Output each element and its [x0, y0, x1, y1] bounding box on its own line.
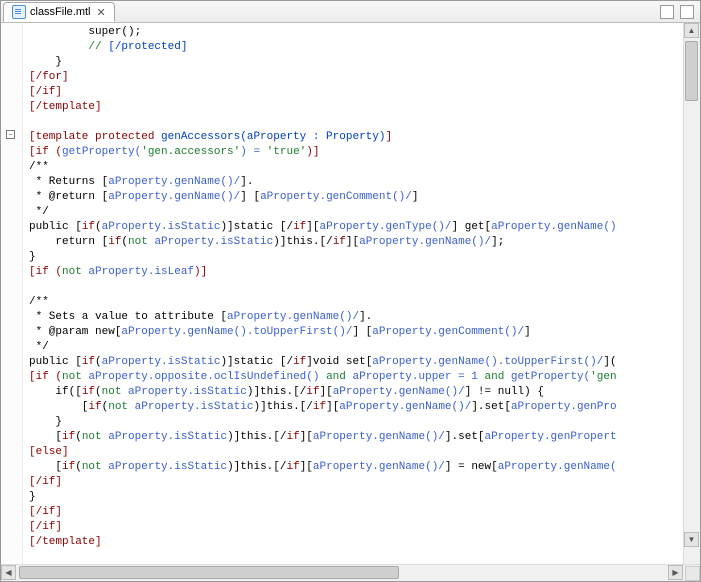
scrollbar-corner — [685, 566, 700, 581]
tab-filename: classFile.mtl — [30, 6, 91, 18]
scroll-right-icon[interactable]: ▶ — [668, 565, 683, 580]
tab-bar: classFile.mtl ✕ — [1, 1, 700, 23]
scroll-left-icon[interactable]: ◀ — [1, 565, 16, 580]
file-icon — [12, 5, 26, 19]
maximize-icon[interactable] — [680, 5, 694, 19]
minimize-icon[interactable] — [660, 5, 674, 19]
tab-classfile[interactable]: classFile.mtl ✕ — [3, 2, 115, 22]
gutter: − — [1, 23, 23, 564]
code-content[interactable]: super(); // [/protected] } [/for] [/if] … — [23, 23, 683, 558]
tab-close-icon[interactable]: ✕ — [97, 6, 106, 19]
scroll-up-icon[interactable]: ▲ — [684, 23, 699, 38]
editor-window: classFile.mtl ✕ − super(); // [/protecte… — [0, 0, 701, 582]
editor-area: − super(); // [/protected] } [/for] [/if… — [1, 23, 700, 564]
tab-actions — [660, 1, 700, 22]
scroll-thumb-vertical[interactable] — [685, 41, 698, 101]
horizontal-scrollbar[interactable]: ◀ ▶ — [1, 564, 700, 581]
scroll-down-icon[interactable]: ▼ — [684, 532, 699, 547]
code-viewport[interactable]: super(); // [/protected] } [/for] [/if] … — [23, 23, 683, 564]
vertical-scrollbar[interactable]: ▲ ▼ — [683, 23, 700, 564]
fold-toggle-icon[interactable]: − — [6, 130, 15, 139]
scroll-thumb-horizontal[interactable] — [19, 566, 399, 579]
